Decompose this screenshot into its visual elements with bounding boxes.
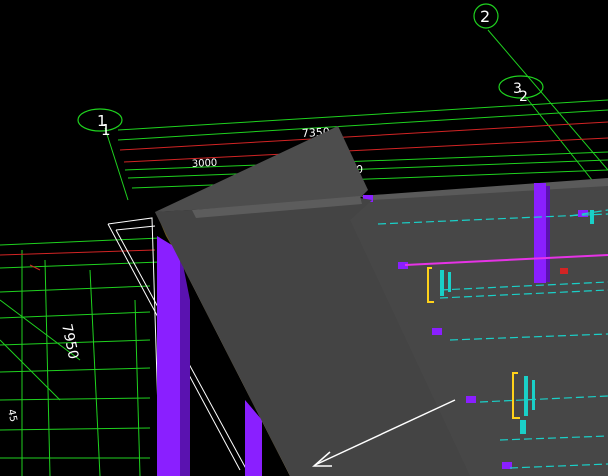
dim-text-7950: 7950: [58, 323, 81, 361]
model-canvas[interactable]: 1 1 2 3 2 7350 3000 0 3000 3000 7950 45: [0, 0, 608, 476]
column-left[interactable]: [157, 236, 180, 476]
svg-text:1: 1: [101, 121, 111, 139]
cad-3d-viewport[interactable]: 1 1 2 3 2 7350 3000 0 3000 3000 7950 45: [0, 0, 608, 476]
svg-text:2: 2: [480, 7, 490, 26]
axis-2-top-bubble[interactable]: 2: [473, 3, 499, 29]
dim-text-3000-a: 3000: [192, 158, 218, 170]
axis-1-bubble[interactable]: 1 1: [77, 108, 123, 139]
axis-3-bubble[interactable]: 3 2: [498, 75, 544, 105]
dim-text-45: 45: [5, 408, 18, 423]
svg-text:2: 2: [519, 89, 528, 105]
column-left-side: [180, 250, 190, 476]
